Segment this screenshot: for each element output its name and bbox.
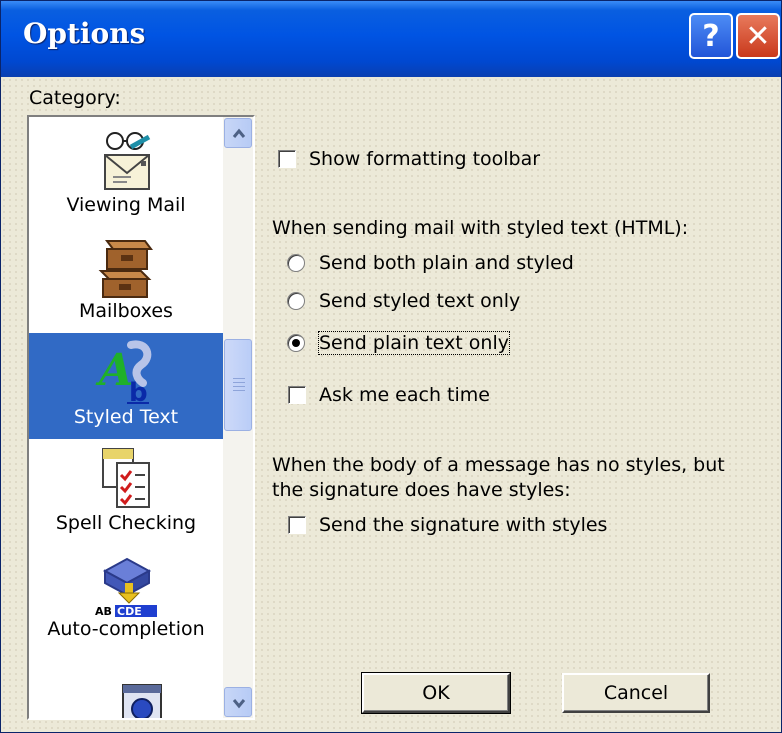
category-item-mailboxes[interactable]: Mailboxes [29, 227, 223, 333]
category-item-label: Mailboxes [79, 300, 173, 322]
scroll-down-button[interactable] [224, 687, 252, 717]
close-button[interactable]: ✕ [736, 13, 780, 59]
radio-send-plain-label[interactable]: Send plain text only [318, 331, 510, 355]
calendar-icon [122, 684, 162, 718]
radio-send-plain[interactable] [287, 334, 305, 352]
svg-text:A: A [95, 345, 133, 396]
radio-send-both[interactable] [287, 254, 305, 272]
ask-each-time-checkbox[interactable] [288, 386, 306, 404]
viewing-mail-icon [104, 132, 151, 190]
styled-text-icon: A b [95, 340, 152, 405]
auto-completion-icon: AB CDE [95, 557, 157, 617]
category-item-label: Spell Checking [55, 512, 197, 534]
ok-button[interactable]: OK [361, 672, 511, 714]
svg-text:AB: AB [95, 605, 112, 617]
signature-heading-line1: When the body of a message has no styles… [272, 454, 725, 476]
scroll-thumb[interactable] [224, 339, 252, 431]
category-item-viewing-mail[interactable]: Viewing Mail [29, 121, 223, 227]
category-item-label: Auto-completion [47, 618, 205, 640]
chevron-down-icon [232, 699, 246, 709]
close-icon: ✕ [745, 18, 771, 54]
mailboxes-icon [98, 240, 153, 298]
ask-each-time-label[interactable]: Ask me each time [319, 384, 490, 406]
signature-heading-line2: the signature does have styles: [272, 479, 571, 501]
category-item-label: Styled Text [73, 406, 179, 428]
radio-send-styled-label[interactable]: Send styled text only [319, 290, 520, 312]
category-item-auto-completion[interactable]: AB CDE Auto-completion [29, 545, 223, 651]
radio-selected-dot [292, 339, 300, 347]
chevron-up-icon [232, 128, 246, 138]
cancel-button[interactable]: Cancel [562, 673, 710, 713]
show-toolbar-label[interactable]: Show formatting toolbar [309, 148, 540, 170]
radio-send-both-label[interactable]: Send both plain and styled [319, 252, 574, 274]
show-toolbar-checkbox[interactable] [278, 150, 296, 168]
options-dialog: Options ? ✕ Category: Viewing Mail Mailb… [0, 0, 782, 733]
category-scrollbar[interactable] [223, 117, 253, 718]
spell-checking-icon [102, 448, 150, 508]
category-list[interactable]: Viewing Mail Mailboxes A b Styled Text S… [27, 115, 255, 720]
category-item-styled-text[interactable]: A b Styled Text [29, 333, 223, 439]
title-bar[interactable]: Options ? ✕ [1, 1, 781, 77]
radio-send-styled[interactable] [287, 292, 305, 310]
sending-heading: When sending mail with styled text (HTML… [272, 217, 689, 239]
help-button[interactable]: ? [689, 13, 733, 59]
signature-styles-label[interactable]: Send the signature with styles [319, 514, 607, 536]
scroll-up-button[interactable] [224, 118, 252, 148]
help-icon: ? [702, 18, 720, 54]
svg-text:b: b [129, 378, 148, 405]
category-item-spell-checking[interactable]: Spell Checking [29, 439, 223, 545]
signature-styles-checkbox[interactable] [288, 516, 306, 534]
svg-text:CDE: CDE [117, 605, 142, 617]
category-label: Category: [29, 87, 121, 109]
category-item-label: Viewing Mail [66, 194, 186, 216]
window-title: Options [23, 17, 146, 50]
